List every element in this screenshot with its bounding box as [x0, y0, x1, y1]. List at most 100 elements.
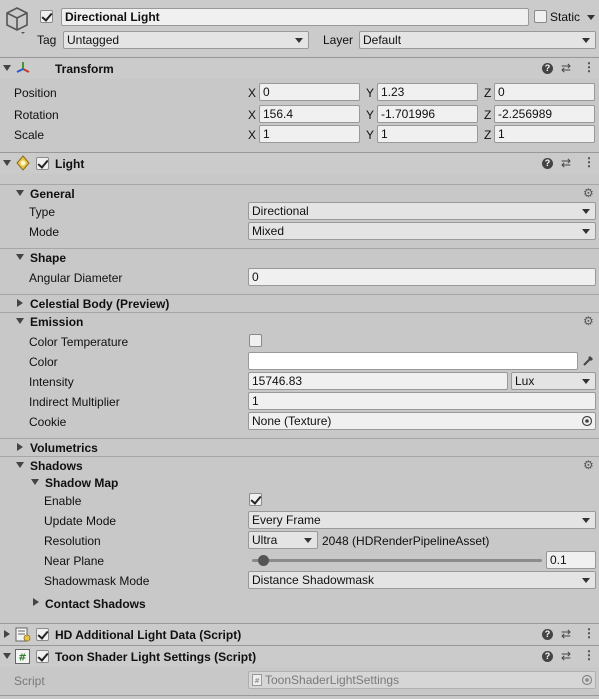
foldout-arrow-icon[interactable] [33, 598, 39, 606]
position-y-label[interactable]: Y [366, 86, 374, 100]
foldout-arrow-icon[interactable] [3, 65, 11, 71]
object-active-checkbox[interactable] [40, 10, 53, 23]
eyedropper-icon[interactable] [582, 354, 595, 367]
light-enabled-checkbox[interactable] [36, 157, 49, 170]
hd-additional-enabled-checkbox[interactable] [36, 628, 49, 641]
gameobject-cube-icon[interactable] [4, 6, 30, 34]
scale-z-field[interactable]: 1 [494, 125, 595, 143]
hd-additional-header[interactable]: HD Additional Light Data (Script) ? ⇄ ⋮ [0, 623, 599, 645]
scale-x-label[interactable]: X [248, 128, 256, 142]
gear-icon[interactable]: ⚙ [583, 187, 594, 199]
foldout-arrow-icon[interactable] [4, 630, 10, 638]
shadows-section-header[interactable]: Shadows ⚙ [0, 456, 599, 474]
contact-shadows-title[interactable]: Contact Shadows [45, 597, 146, 611]
rotation-label: Rotation [14, 108, 59, 122]
position-x-label[interactable]: X [248, 86, 256, 100]
rotation-x-label[interactable]: X [248, 108, 256, 122]
general-section-header[interactable]: General ⚙ [0, 184, 599, 202]
transform-header[interactable]: Transform ? ⇄ ⋮ [0, 57, 599, 79]
rotation-z-label[interactable]: Z [484, 108, 491, 122]
near-plane-field[interactable]: 0.1 [546, 551, 596, 569]
toon-settings-enabled-checkbox[interactable] [36, 650, 49, 663]
shadowmask-mode-dropdown[interactable]: Distance Shadowmask [248, 571, 596, 589]
rotation-y-field[interactable]: -1.701996 [377, 105, 478, 123]
static-checkbox[interactable] [534, 10, 547, 23]
foldout-arrow-icon[interactable] [16, 318, 24, 324]
foldout-arrow-icon[interactable] [17, 443, 23, 451]
resolution-dropdown[interactable]: Ultra [248, 531, 318, 549]
position-z-label[interactable]: Z [484, 86, 491, 100]
presets-icon[interactable]: ⇄ [561, 62, 571, 74]
scale-y-label[interactable]: Y [366, 128, 374, 142]
volumetrics-section-header[interactable]: Volumetrics [0, 438, 599, 456]
csharp-script-icon: # [15, 649, 30, 664]
color-temperature-checkbox[interactable] [249, 334, 262, 347]
update-mode-label: Update Mode [44, 514, 117, 528]
type-value: Directional [252, 204, 309, 218]
celestial-title: Celestial Body (Preview) [30, 297, 170, 311]
transform-title: Transform [55, 62, 114, 76]
help-icon[interactable]: ? [542, 158, 553, 169]
update-mode-dropdown[interactable]: Every Frame [248, 511, 596, 529]
near-plane-slider-track[interactable] [252, 559, 542, 562]
intensity-unit-dropdown[interactable]: Lux [511, 372, 596, 390]
context-menu-icon[interactable]: ⋮ [583, 627, 595, 639]
shadow-map-title[interactable]: Shadow Map [45, 476, 118, 490]
shadow-enable-checkbox[interactable] [249, 493, 262, 506]
gear-icon[interactable]: ⚙ [583, 459, 594, 471]
context-menu-icon[interactable]: ⋮ [583, 156, 595, 168]
presets-icon[interactable]: ⇄ [561, 650, 571, 662]
context-menu-icon[interactable]: ⋮ [583, 61, 595, 73]
foldout-arrow-icon[interactable] [3, 653, 11, 659]
scale-y-field[interactable]: 1 [377, 125, 478, 143]
foldout-arrow-icon[interactable] [17, 299, 23, 307]
layer-dropdown[interactable]: Default [359, 31, 596, 49]
foldout-arrow-icon[interactable] [16, 254, 24, 260]
hd-additional-title: HD Additional Light Data (Script) [55, 628, 242, 642]
position-x-field[interactable]: 0 [259, 83, 360, 101]
rotation-y-label[interactable]: Y [366, 108, 374, 122]
angular-diameter-field[interactable]: 0 [248, 268, 596, 286]
light-header[interactable]: Light ? ⇄ ⋮ [0, 152, 599, 174]
toon-settings-header[interactable]: # Toon Shader Light Settings (Script) ? … [0, 645, 599, 667]
indirect-multiplier-field[interactable]: 1 [248, 392, 596, 410]
foldout-arrow-icon[interactable] [16, 462, 24, 468]
object-picker-icon[interactable] [581, 415, 593, 427]
color-swatch-field[interactable] [248, 352, 578, 370]
gear-icon[interactable]: ⚙ [583, 315, 594, 327]
rotation-z-field[interactable]: -2.256989 [494, 105, 595, 123]
object-name-field[interactable]: Directional Light [61, 8, 529, 26]
context-menu-icon[interactable]: ⋮ [583, 649, 595, 661]
position-z-field[interactable]: 0 [494, 83, 595, 101]
foldout-arrow-icon[interactable] [3, 160, 11, 166]
help-icon[interactable]: ? [542, 651, 553, 662]
mode-dropdown[interactable]: Mixed [248, 222, 596, 240]
presets-icon[interactable]: ⇄ [561, 157, 571, 169]
rotation-x-field[interactable]: 156.4 [259, 105, 360, 123]
color-temperature-label: Color Temperature [29, 335, 129, 349]
tag-dropdown[interactable]: Untagged [63, 31, 309, 49]
resolution-value: Ultra [252, 533, 278, 547]
presets-icon[interactable]: ⇄ [561, 628, 571, 640]
indirect-multiplier-label: Indirect Multiplier [29, 395, 120, 409]
svg-text:#: # [18, 653, 26, 664]
help-icon[interactable]: ? [542, 63, 553, 74]
shadows-title: Shadows [30, 459, 83, 473]
mode-label: Mode [29, 225, 60, 239]
scale-x-field[interactable]: 1 [259, 125, 360, 143]
type-dropdown[interactable]: Directional [248, 202, 596, 220]
help-icon[interactable]: ? [542, 629, 553, 640]
near-plane-slider-thumb[interactable] [257, 555, 269, 566]
static-dropdown-arrow[interactable] [587, 15, 595, 20]
foldout-arrow-icon[interactable] [16, 190, 24, 196]
position-y-field[interactable]: 1.23 [377, 83, 478, 101]
shape-section-header[interactable]: Shape [0, 248, 599, 266]
light-title: Light [55, 157, 85, 171]
script-file-icon: # [252, 674, 262, 686]
celestial-section-header[interactable]: Celestial Body (Preview) [0, 294, 599, 312]
emission-section-header[interactable]: Emission ⚙ [0, 312, 599, 330]
scale-z-label[interactable]: Z [484, 128, 491, 142]
foldout-arrow-icon[interactable] [31, 479, 39, 485]
intensity-field[interactable]: 15746.83 [248, 372, 508, 390]
cookie-field[interactable]: None (Texture) [248, 412, 596, 430]
